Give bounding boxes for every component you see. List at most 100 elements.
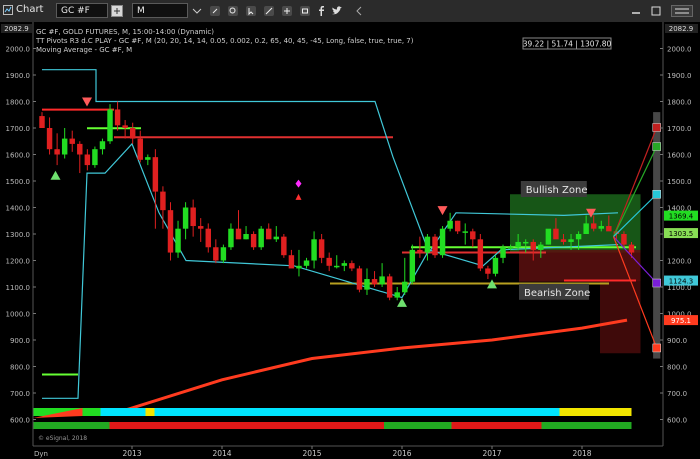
candle-body [417,249,423,253]
candle-body [54,149,60,155]
y-tick-label: 1800.0 [6,99,31,107]
bearish-zone-extension [600,281,641,354]
price-chart[interactable]: Bullish Zone Bearish Zone 600.0 600.0 700.… [0,22,700,459]
candle-body [137,138,143,160]
candle-body [46,128,53,150]
y-tick-label: 1200.0 [6,258,31,266]
cursor-icon [246,5,256,16]
twitter-icon [332,5,342,14]
candle-body [167,210,174,253]
pencil-icon [264,5,274,16]
zoom-icon [228,5,238,16]
candle-body [235,228,242,240]
link-button[interactable] [208,3,222,18]
y-tick-label-right: 1500.0 [667,178,692,186]
candle-body [288,255,295,269]
candle-body [409,249,416,282]
candle-body [152,157,159,192]
candle-body [213,247,219,261]
candle-body [197,226,204,229]
projection-target [652,278,661,288]
zoom-button[interactable] [226,3,240,18]
cursor-button[interactable] [244,3,258,18]
readout-text: 39.22 | 51.74 | 1307.80 [523,40,612,49]
facebook-share-button[interactable] [314,3,328,18]
draw-button[interactable] [262,3,276,18]
print-button[interactable] [298,3,312,18]
band1-segment [559,408,632,416]
y-tick-label-right: 900.0 [667,337,687,345]
candle-body [182,207,189,229]
y-tick-label: 1300.0 [6,231,31,239]
print-icon [300,5,310,16]
y-tick-label: 600.0 [10,417,30,425]
toolbar-scroll-left-button[interactable] [352,3,366,18]
crosshair-icon [282,5,292,16]
candle-body [447,220,453,229]
crosshair-button[interactable] [280,3,294,18]
candle-body [129,128,136,139]
candle-body [228,228,234,248]
candle-body [575,234,582,240]
minimize-button[interactable] [629,3,643,18]
y-tick-label-right: 2000.0 [667,46,692,54]
candle-body [69,138,75,144]
candle-body [432,236,438,256]
candle-body [296,265,302,269]
legend-ma-line: Moving Average - GC #F, M [36,46,132,54]
candle-body [462,231,468,233]
candle-body [424,236,431,253]
candle-body [606,226,612,232]
top-value-text-right: 2082.9 [669,25,694,33]
y-tick-label: 1400.0 [6,205,31,213]
symbol-lookup-button[interactable] [110,3,124,18]
projection-target [652,190,661,199]
y-tick-label: 1900.0 [6,72,31,80]
y-tick-label: 1700.0 [6,125,31,133]
chart-toolbar: Chart GC #F M [0,0,700,23]
candle-body [470,231,476,240]
candle-body [371,279,378,285]
interval-input[interactable]: M [132,3,188,18]
band2-segment [384,422,452,429]
candle-body [379,276,385,285]
projection-target [652,142,661,151]
bullish-zone-label: Bullish Zone [520,181,588,197]
y-tick-label-right: 700.0 [667,390,687,398]
candle-body [334,265,340,268]
projection-target [652,343,661,353]
legend-pivots-line: TT Pivots R3 d.C PLAY - GC #F, M (20, 20… [35,37,414,45]
price-tag-text: 1124.3 [669,278,694,286]
candle-body [341,263,348,266]
candle-body [190,207,196,227]
candle-body [394,292,400,298]
band2-segment [541,422,632,429]
y-tick-label: 900.0 [10,337,30,345]
window-menu-button[interactable] [669,3,695,18]
y-tick-label: 800.0 [10,364,30,372]
candle-body [530,241,536,250]
y-tick-label: 700.0 [10,390,30,398]
facebook-icon [319,5,324,16]
bearish-zone-label: Bearish Zone [519,283,590,300]
candle-body [621,234,627,245]
x-tick-label: 2017 [482,449,501,458]
symbol-input[interactable]: GC #F [56,3,108,18]
candle-body [628,244,635,253]
candle-body [326,257,332,266]
minimize-icon [632,11,640,14]
twitter-share-button[interactable] [330,3,344,18]
candle-body [303,260,310,266]
y-tick-label-right: 600.0 [667,417,687,425]
price-tag-text: 1303.5 [669,230,694,238]
projection-target [652,123,661,132]
candle-body [356,268,363,290]
maximize-button[interactable] [649,3,663,18]
candle-body [122,125,128,128]
y-tick-label: 1600.0 [6,152,31,160]
interval-dropdown-button[interactable] [190,3,204,18]
y-tick-label-right: 1900.0 [667,72,692,80]
candle-body [145,157,151,160]
candle-body [266,228,272,240]
x-axis[interactable]: Dyn 2013 2014 2015 2016 2017 2018 [0,445,700,459]
